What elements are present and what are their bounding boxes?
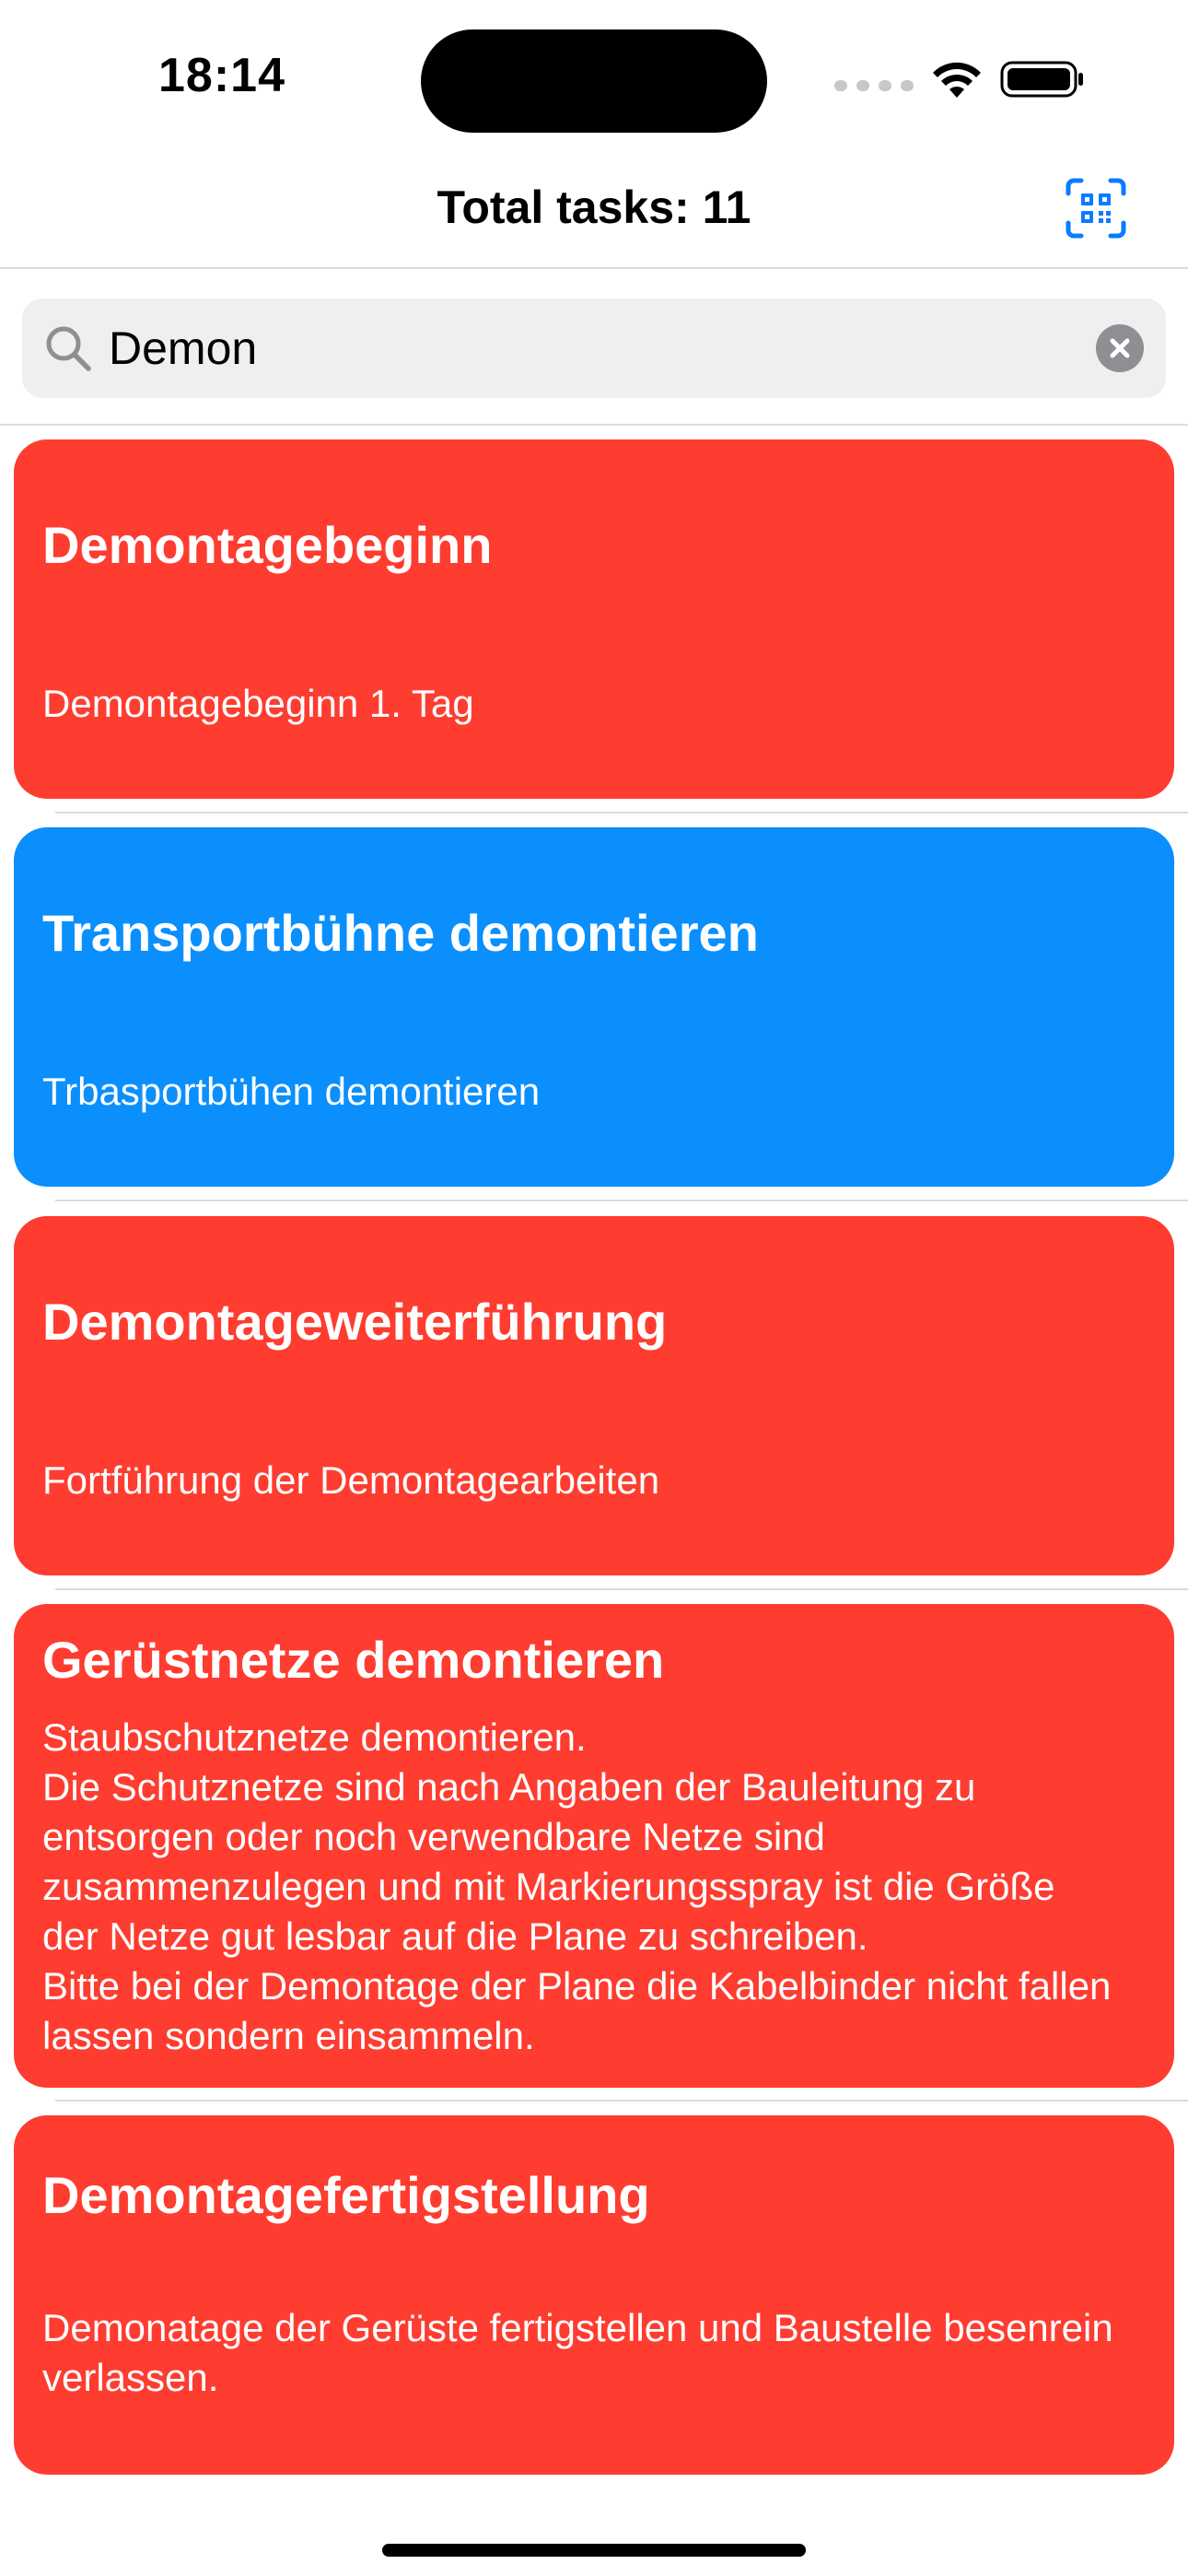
dynamic-island [421,29,767,133]
cellular-signal-icon [834,80,914,91]
row-separator [55,1200,1188,1201]
row-separator [55,812,1188,814]
task-title: Transportbühne demontieren [42,904,759,962]
qr-scan-button[interactable] [1065,177,1127,240]
task-card[interactable]: Transportbühne demontieren Trbasportbühe… [14,827,1174,1187]
battery-icon [1000,61,1083,98]
task-description: Trbasportbühen demontieren [42,1070,541,1113]
qr-code-scan-icon [1066,178,1126,239]
task-card[interactable]: Gerüstnetze demontieren Staubschutznetze… [14,1604,1174,2088]
search-input[interactable] [109,310,1066,387]
row-separator [55,2100,1188,2102]
task-card[interactable]: Demontageweiterführung Fortführung der D… [14,1216,1174,1575]
task-title: Gerüstnetze demontieren [42,1631,665,1689]
wifi-icon [933,62,981,98]
clear-search-button[interactable] [1096,324,1144,372]
search-icon [46,326,91,371]
search-bar-container [0,269,1188,426]
task-title: Demontagefertigstellung [42,2166,650,2224]
task-title: Demontageweiterführung [42,1293,668,1351]
page-title: Total tasks: 11 [437,181,751,233]
task-description: Fortführung der Demontagearbeiten [42,1458,660,1502]
task-description: Demontagebeginn 1. Tag [42,682,474,725]
task-description: Staubschutznetze demontieren. Die Schutz… [42,1715,1112,2057]
task-description: Demonatage der Gerüste fertigstellen und… [42,2306,1113,2399]
task-card[interactable]: Demontagebeginn Demontagebeginn 1. Tag [14,439,1174,799]
home-indicator[interactable] [382,2544,806,2557]
search-field[interactable] [22,299,1166,398]
task-card[interactable]: Demontagefertigstellung Demonatage der G… [14,2115,1174,2475]
status-bar: 18:14 [0,0,1188,157]
status-icons [834,57,1085,101]
navigation-bar: Total tasks: 11 [0,157,1188,269]
row-separator [55,1588,1188,1590]
close-icon [1110,338,1130,358]
task-title: Demontagebeginn [42,516,493,574]
status-time: 18:14 [158,49,285,102]
